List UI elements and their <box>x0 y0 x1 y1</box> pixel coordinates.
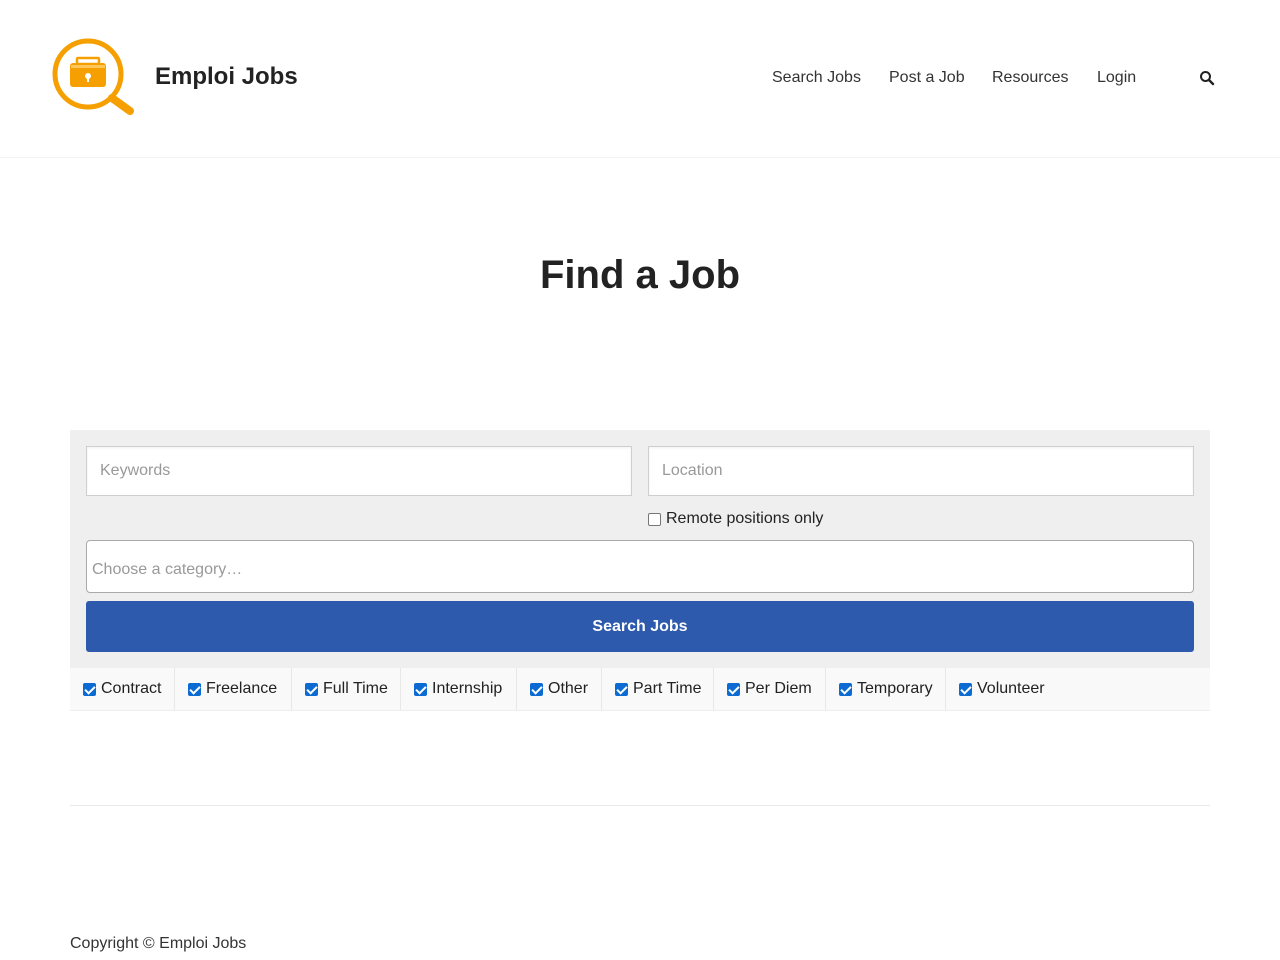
nav-login[interactable]: Login <box>1097 69 1136 87</box>
job-type-other[interactable]: Other <box>517 668 602 710</box>
job-type-checkbox[interactable] <box>530 682 543 696</box>
job-type-label: Internship <box>432 680 503 697</box>
category-select[interactable]: Choose a category… <box>86 540 1194 593</box>
job-type-temporary[interactable]: Temporary <box>826 668 946 710</box>
nav-resources[interactable]: Resources <box>992 69 1068 87</box>
footer-divider <box>70 805 1210 806</box>
job-type-label: Temporary <box>857 680 933 697</box>
job-type-label: Per Diem <box>745 680 812 697</box>
job-type-checkbox[interactable] <box>839 682 852 696</box>
search-jobs-button[interactable]: Search Jobs <box>86 601 1194 652</box>
search-icon[interactable] <box>1199 70 1215 86</box>
job-type-per-diem[interactable]: Per Diem <box>714 668 826 710</box>
job-type-label: Other <box>548 680 589 697</box>
job-type-internship[interactable]: Internship <box>401 668 517 710</box>
nav-search-jobs[interactable]: Search Jobs <box>772 69 861 87</box>
briefcase-magnifier-icon[interactable] <box>46 36 136 116</box>
job-type-checkbox[interactable] <box>188 682 201 696</box>
job-type-label: Freelance <box>206 680 278 697</box>
remote-positions-option[interactable]: Remote positions only <box>648 510 823 528</box>
job-type-contract[interactable]: Contract <box>70 668 175 710</box>
job-type-checkbox[interactable] <box>414 682 427 696</box>
remote-positions-checkbox[interactable] <box>648 512 661 526</box>
job-type-filters: Contract Freelance Full Time Internship … <box>70 668 1210 711</box>
site-header: Emploi Jobs Search Jobs Post a Job Resou… <box>0 0 1280 158</box>
job-type-freelance[interactable]: Freelance <box>175 668 292 710</box>
remote-positions-label: Remote positions only <box>666 510 824 527</box>
job-search-form: Keywords Location Remote positions only … <box>70 430 1210 668</box>
job-type-label: Volunteer <box>977 680 1045 697</box>
job-type-checkbox[interactable] <box>83 682 96 696</box>
job-type-checkbox[interactable] <box>615 682 628 696</box>
job-type-label: Part Time <box>633 680 702 697</box>
nav-post-a-job[interactable]: Post a Job <box>889 69 965 87</box>
keywords-input[interactable]: Keywords <box>86 446 632 496</box>
site-title[interactable]: Emploi Jobs <box>155 63 298 91</box>
location-input[interactable]: Location <box>648 446 1194 496</box>
job-type-label: Full Time <box>323 680 388 697</box>
job-type-full-time[interactable]: Full Time <box>292 668 401 710</box>
job-type-volunteer[interactable]: Volunteer <box>946 668 1060 710</box>
copyright-text: Copyright © Emploi Jobs <box>70 935 247 952</box>
job-type-part-time[interactable]: Part Time <box>602 668 714 710</box>
job-type-checkbox[interactable] <box>727 682 740 696</box>
page-title: Find a Job <box>540 253 740 297</box>
job-type-label: Contract <box>101 680 162 697</box>
job-type-checkbox[interactable] <box>305 682 318 696</box>
job-type-checkbox[interactable] <box>959 682 972 696</box>
